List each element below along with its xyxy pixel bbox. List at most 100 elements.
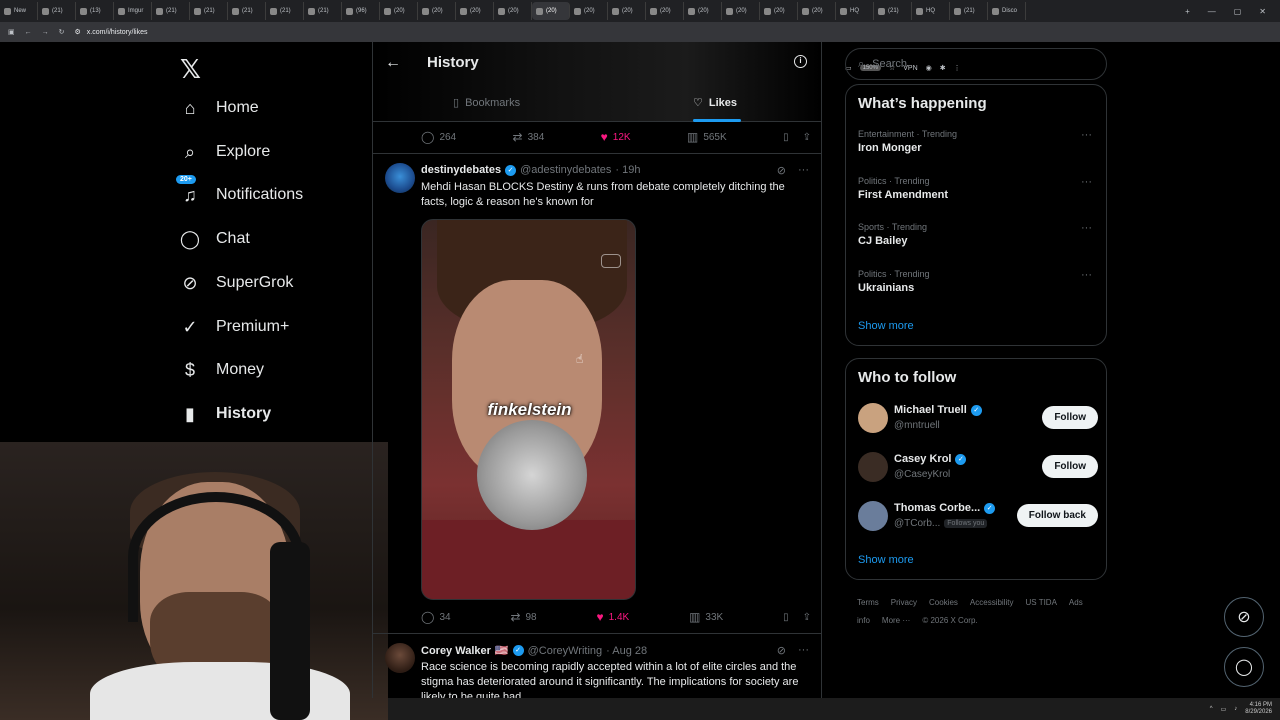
tweet-time[interactable]: · 19h [615, 164, 640, 176]
trend-item[interactable]: Entertainment · Trending Iron Monger ··· [858, 129, 1098, 154]
follow-suggestion[interactable]: Michael Truell ✓ @mntruell Follow [858, 403, 1098, 437]
footer-link[interactable]: US TIDA [1026, 598, 1057, 607]
sidebar-item-history[interactable]: ▮ History [180, 404, 271, 424]
follow-suggestion[interactable]: Casey Krol ✓ @CaseyKrol Follow [858, 452, 1098, 486]
site-info-icon[interactable]: ⚙ [75, 28, 81, 36]
trend-item[interactable]: Sports · Trending CJ Bailey ··· [858, 222, 1098, 247]
more-icon[interactable]: ··· [798, 164, 809, 177]
suggestion-handle[interactable]: @mntruell [894, 420, 940, 431]
more-icon[interactable]: ··· [1081, 129, 1092, 141]
suggestion-handle[interactable]: @TCorb... [894, 518, 940, 529]
share-icon[interactable]: ⇪ [803, 612, 811, 623]
avatar[interactable] [858, 501, 888, 531]
show-more-link[interactable]: Show more [858, 320, 914, 332]
search-input[interactable]: Search [872, 58, 907, 70]
suggestion-name[interactable]: Michael Truell [894, 404, 967, 416]
sidebar-toggle-icon[interactable]: ▣ [8, 28, 15, 36]
browser-tab[interactable]: New [0, 2, 38, 20]
browser-tab[interactable]: (20) [532, 2, 570, 20]
footer-link[interactable]: Terms [857, 598, 879, 607]
reply-button[interactable]: ◯ 264 [421, 130, 456, 144]
sidebar-item-notifications[interactable]: ♫ 20+ Notifications [176, 175, 303, 205]
more-icon[interactable]: ··· [1081, 222, 1092, 234]
browser-tab[interactable]: (20) [456, 2, 494, 20]
url-text[interactable]: x.com/i/history/likes [87, 29, 148, 36]
clock[interactable]: 4:16 PM 8/29/2026 [1245, 702, 1272, 716]
like-button[interactable]: ♥ 1.4K [597, 610, 630, 624]
sidebar-item-supergrok[interactable]: ⊘ SuperGrok [180, 273, 293, 293]
bookmark-action-icon[interactable]: ▯ [783, 132, 789, 143]
browser-tab[interactable]: (21) [152, 2, 190, 20]
reply-button[interactable]: ◯ 34 [421, 610, 451, 624]
footer-link[interactable]: Accessibility [970, 598, 1014, 607]
browser-tab[interactable]: (21) [190, 2, 228, 20]
browser-tab[interactable]: HQ [836, 2, 874, 20]
more-icon[interactable]: ··· [1081, 176, 1092, 188]
avatar[interactable] [385, 643, 415, 673]
browser-tab[interactable]: (20) [608, 2, 646, 20]
follow-button[interactable]: Follow [1042, 455, 1098, 478]
sidebar-item-money[interactable]: $ Money [180, 360, 264, 380]
author-handle[interactable]: @adestinydebates [520, 164, 611, 176]
x-logo-icon[interactable]: 𝕏 [180, 54, 201, 85]
like-button[interactable]: ♥ 12K [601, 130, 631, 144]
back-arrow-icon[interactable]: ← [385, 54, 401, 72]
footer-link[interactable]: Privacy [891, 598, 917, 607]
author-name[interactable]: Corey Walker [421, 645, 491, 657]
follow-suggestion[interactable]: Thomas Corbe... ✓ @TCorb... Follows you Foll… [858, 501, 1098, 535]
browser-tab[interactable]: (21) [228, 2, 266, 20]
url-field[interactable]: ⚙ x.com/i/history/likes [75, 28, 1273, 37]
browser-tab[interactable]: (21) [950, 2, 988, 20]
suggestion-name[interactable]: Casey Krol [894, 453, 951, 465]
search-box[interactable]: ⌕ Search [845, 48, 1107, 80]
browser-tab[interactable]: (13) [76, 2, 114, 20]
browser-tab[interactable]: (20) [684, 2, 722, 20]
forward-nav-icon[interactable]: → [42, 29, 49, 36]
browser-tab[interactable]: (21) [874, 2, 912, 20]
more-icon[interactable]: ··· [798, 644, 809, 657]
trend-item[interactable]: Politics · Trending Ukrainians ··· [858, 269, 1098, 294]
author-handle[interactable]: @CoreyWriting [528, 645, 603, 657]
browser-tab[interactable]: (20) [798, 2, 836, 20]
tweet-video[interactable]: finkelstein [421, 219, 636, 600]
browser-tab[interactable]: (21) [38, 2, 76, 20]
grok-icon[interactable]: ⊘ [777, 644, 786, 657]
sidebar-item-chat[interactable]: ◯ Chat [180, 229, 250, 249]
sidebar-item-premium[interactable]: ✓ Premium+ [180, 317, 289, 337]
browser-tab[interactable]: (96) [342, 2, 380, 20]
show-more-link[interactable]: Show more [858, 554, 914, 566]
views-button[interactable]: ▥ 33K [689, 610, 723, 624]
maximize-icon[interactable]: ▢ [1234, 7, 1242, 16]
browser-tab[interactable]: Disco [988, 2, 1026, 20]
bookmark-action-icon[interactable]: ▯ [783, 612, 789, 623]
browser-tab[interactable]: (20) [380, 2, 418, 20]
avatar[interactable] [858, 452, 888, 482]
sidebar-item-explore[interactable]: ⌕ Explore [180, 142, 270, 162]
browser-tab[interactable]: (21) [304, 2, 342, 20]
avatar[interactable] [385, 163, 415, 193]
follow-button[interactable]: Follow back [1016, 504, 1098, 527]
suggestion-handle[interactable]: @CaseyKrol [894, 469, 950, 480]
follow-button[interactable]: Follow [1042, 406, 1098, 429]
close-icon[interactable]: ✕ [1259, 7, 1266, 16]
more-icon[interactable]: ··· [1081, 269, 1092, 281]
tweet-time[interactable]: · Aug 28 [606, 645, 647, 657]
messages-fab-icon[interactable]: ◯ [1224, 647, 1264, 687]
suggestion-name[interactable]: Thomas Corbe... [894, 502, 980, 514]
network-icon[interactable]: ▭ [1221, 706, 1227, 713]
new-tab-icon[interactable]: + [1185, 7, 1190, 16]
tab-likes[interactable]: ♡ Likes [693, 96, 737, 110]
grok-fab-icon[interactable]: ⊘ [1224, 597, 1264, 637]
tab-bookmarks[interactable]: ▯ Bookmarks [453, 96, 520, 110]
grok-icon[interactable]: ⊘ [777, 164, 786, 177]
browser-tab[interactable]: (20) [494, 2, 532, 20]
reload-icon[interactable]: ↻ [59, 28, 65, 36]
repost-button[interactable]: ⇄ 384 [513, 130, 545, 144]
browser-tab[interactable]: HQ [912, 2, 950, 20]
browser-tab[interactable]: (21) [266, 2, 304, 20]
author-name[interactable]: destinydebates [421, 164, 501, 176]
browser-tab[interactable]: (20) [760, 2, 798, 20]
tray-chevron-icon[interactable]: ^ [1210, 706, 1213, 712]
sidebar-item-home[interactable]: ⌂ Home [180, 98, 259, 118]
minimize-icon[interactable]: — [1208, 7, 1216, 16]
